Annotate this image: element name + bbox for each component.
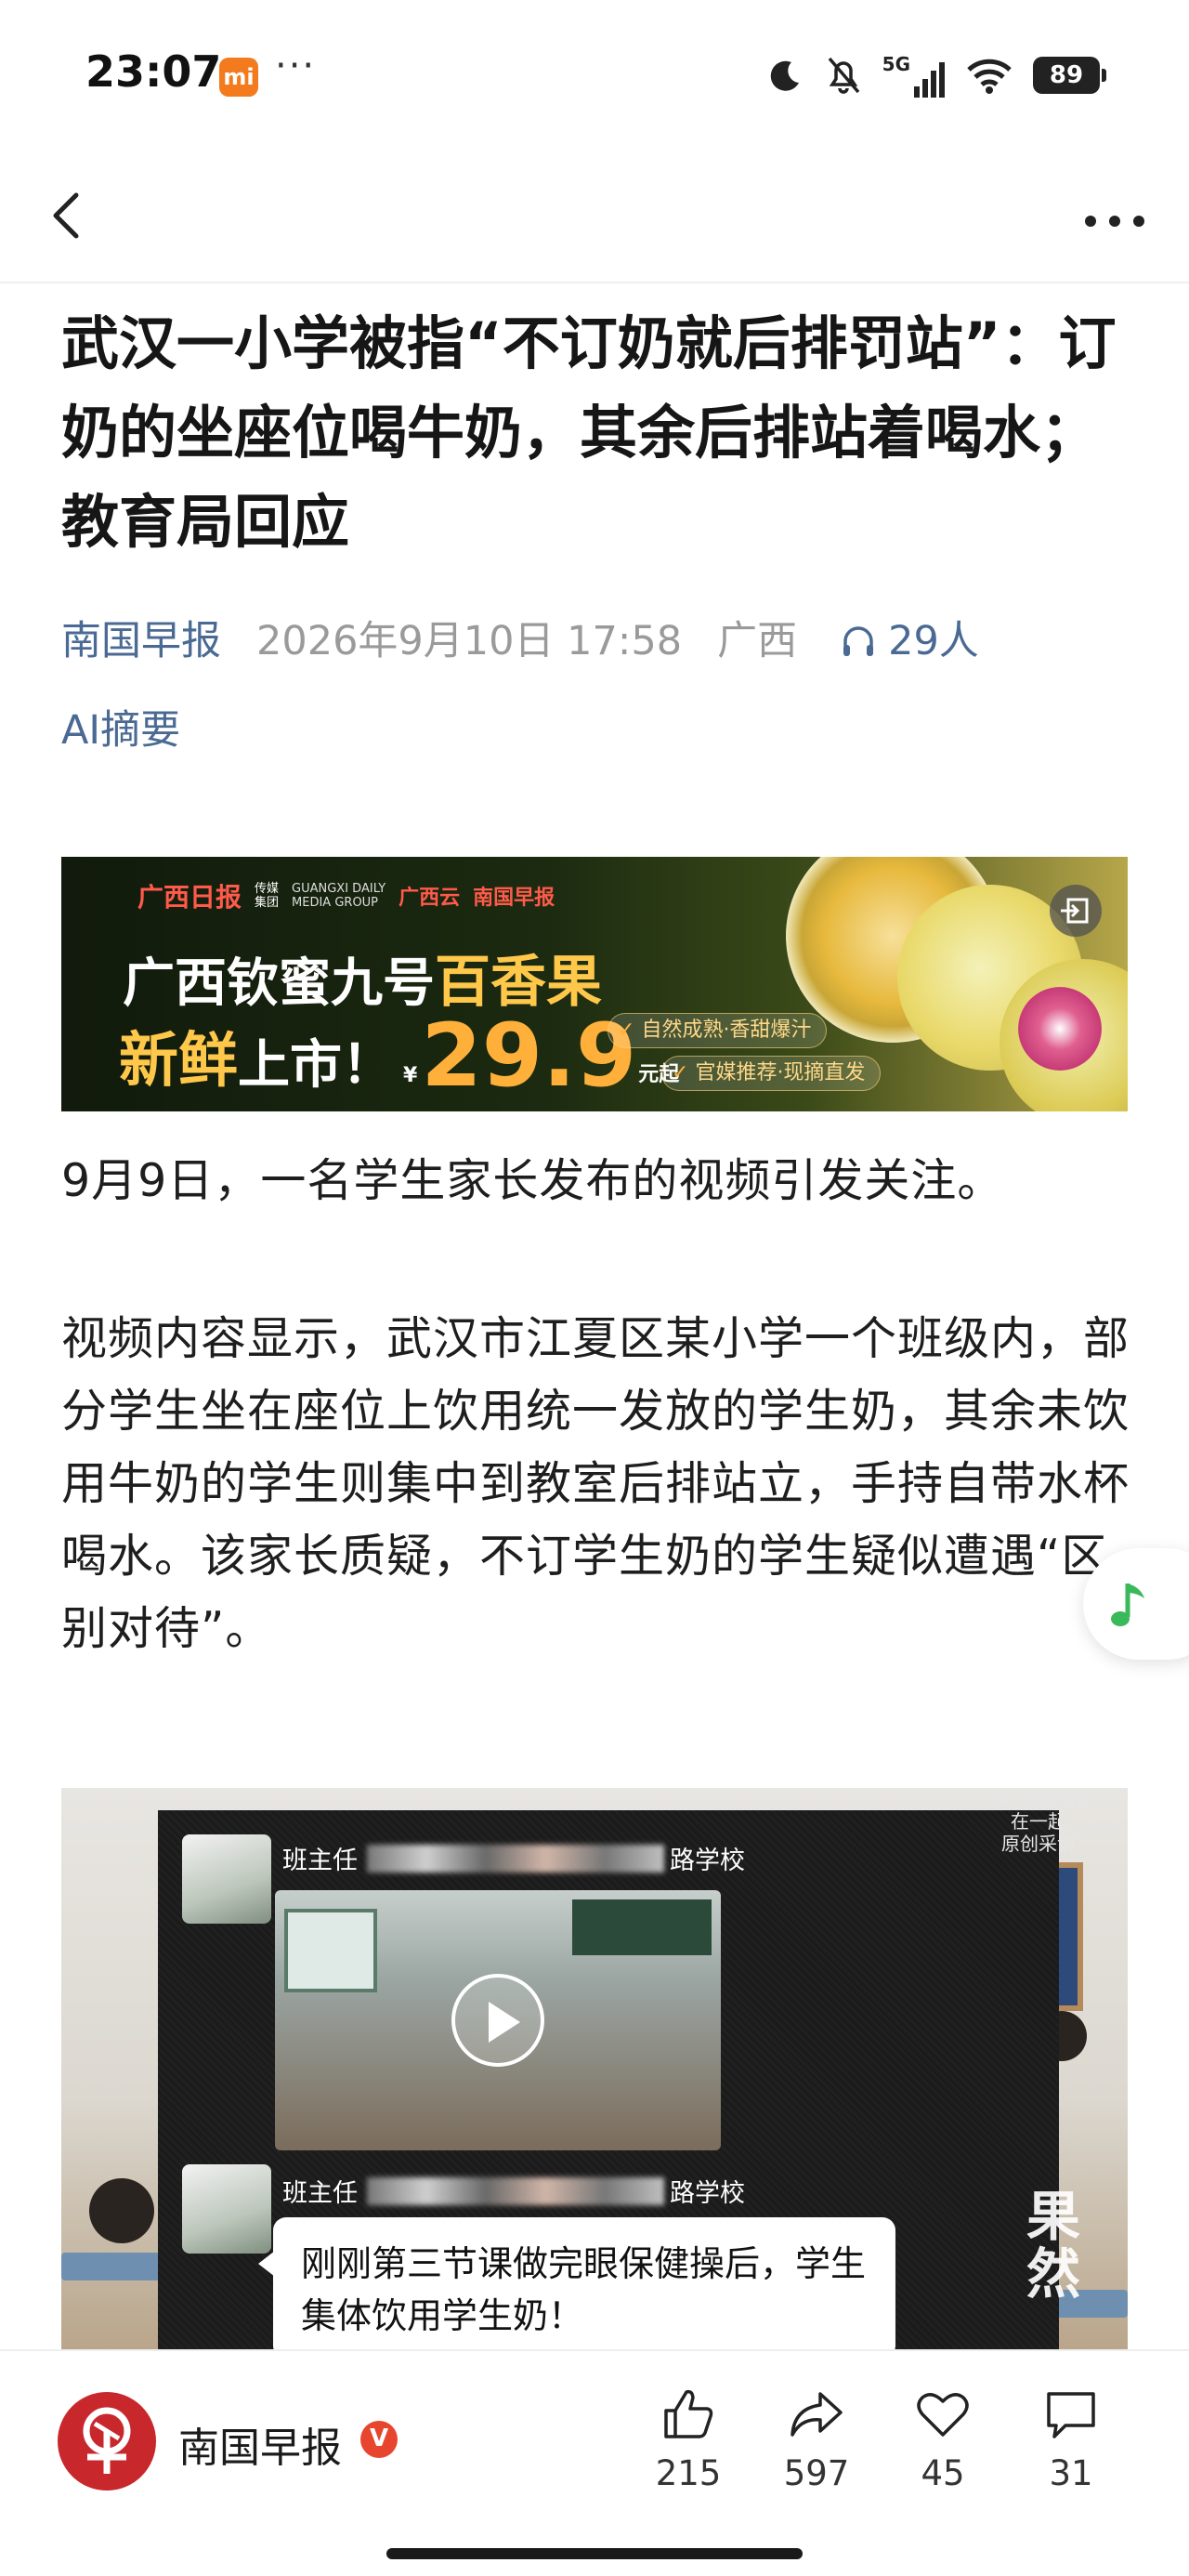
flower-image [1018, 987, 1102, 1071]
article-title: 武汉一小学被指“不订奶就后排罚站”：订奶的坐座位喝牛奶，其余后排站着喝水；教育局… [61, 309, 1117, 556]
guangxiyun-logo: 广西云 [399, 887, 461, 910]
thumbs-up-icon [664, 2389, 713, 2438]
chat-sender-name: 班主任 路学校 [282, 2173, 745, 2209]
network-type: 5G [882, 53, 946, 98]
region-label: 广西 [717, 618, 798, 664]
music-note-icon [1111, 1584, 1144, 1626]
nanguo-logo: 南国早报 [473, 887, 555, 910]
sender-school: 路学校 [670, 2179, 745, 2208]
watermark-line-1: 平时就像结合在一起 [983, 1788, 1094, 1833]
play-icon[interactable] [451, 1974, 544, 2067]
group-cn-2: 集团 [255, 896, 280, 910]
publish-date: 2026年9月10日 17:58 [256, 618, 683, 664]
media-group-label: 传媒 集团 [255, 882, 279, 910]
sender-role: 班主任 [282, 1847, 358, 1875]
mi-app-icon: mi [219, 58, 258, 97]
sender-school: 路学校 [670, 1847, 745, 1875]
like-count: 215 [655, 2453, 722, 2493]
blurred-name [367, 1844, 664, 1873]
video-watermark: 平时就像结合在一起 原创采访 [983, 1788, 1094, 1855]
ad-subline: 新鲜 上市！ ¥ 29.9 元起 [119, 1005, 679, 1107]
share-count: 597 [783, 2453, 850, 2493]
network-label: 5G [882, 53, 910, 75]
chat-bubble: 刚刚第三节课做完眼保健操后，学生集体饮用学生奶！ [258, 2217, 895, 2349]
share-icon [790, 2392, 843, 2437]
ad-tag: 官媒推荐·现摘直发 [661, 1056, 882, 1091]
exit-icon[interactable] [1050, 885, 1102, 937]
comment-icon [1047, 2392, 1095, 2438]
exit-icon-glyph [1061, 898, 1089, 924]
ad-logos: 广西日报 传媒 集团 GUANGXI DAILY MEDIA GROUP 广西云… [137, 877, 555, 914]
article-paragraph: 9月9日，一名学生家长发布的视频引发关注。 [61, 1154, 1004, 1207]
battery-icon: 89 [1033, 57, 1106, 94]
favorite-count: 45 [921, 2453, 965, 2493]
status-time: 23:07 [85, 46, 222, 97]
home-indicator[interactable] [386, 2548, 803, 2559]
comment-button[interactable]: 31 [1020, 2385, 1122, 2493]
author-name[interactable]: 南国早报 [178, 2414, 342, 2474]
like-button[interactable]: 215 [637, 2385, 739, 2493]
chat-sender-name: 班主任 路学校 [282, 1840, 745, 1876]
brand-stamp: 果然 [1026, 2185, 1080, 2306]
ai-summary-button[interactable]: AI摘要 [61, 703, 180, 758]
listener-count: 29人 [888, 618, 979, 664]
source-link[interactable]: 南国早报 [61, 613, 221, 669]
student [89, 2178, 154, 2243]
wifi-icon [967, 59, 1012, 94]
bottom-action-bar: 南国早报 V 215 597 45 31 [0, 2349, 1189, 2576]
ad-market-label: 上市！ [238, 1035, 394, 1096]
author-avatar[interactable] [58, 2392, 156, 2491]
group-en-1: GUANGXI DAILY [292, 882, 386, 896]
ad-fresh-label: 新鲜 [119, 1027, 238, 1096]
group-cn-1: 传媒 [255, 882, 280, 896]
signal-icon [914, 62, 945, 98]
favorite-button[interactable]: 45 [892, 2385, 994, 2493]
classroom-board [572, 1899, 712, 1955]
more-horizontal-icon[interactable] [1078, 184, 1152, 243]
comment-count: 31 [1049, 2453, 1093, 2493]
ad-tag: 自然成熟·香甜爆汁 [608, 1013, 828, 1048]
ad-price: 29.9 [421, 1005, 637, 1107]
article-meta: 南国早报 2026年9月10日 17:58 广西 29人 [61, 613, 1157, 669]
more-notifications-icon: ··· [275, 45, 317, 87]
nav-bar [0, 149, 1189, 283]
sender-role: 班主任 [282, 2179, 358, 2208]
chat-avatar [182, 1834, 271, 1924]
bell-off-icon [828, 57, 859, 94]
article-paragraph: 视频内容显示，武汉市江夏区某小学一个班级内，部分学生坐在座位上饮用统一发放的学生… [61, 1312, 1130, 1655]
moon-icon [770, 60, 799, 91]
watermark-line-2: 原创采访 [1001, 1833, 1076, 1855]
blurred-name [367, 2176, 664, 2205]
chat-avatar [182, 2164, 271, 2254]
heart-icon [917, 2393, 969, 2437]
chevron-left-icon[interactable] [41, 184, 100, 243]
ad-headline-prefix: 广西钦蜜九号 [123, 953, 435, 1014]
listen-button[interactable]: 29人 [840, 613, 979, 669]
group-en-2: MEDIA GROUP [292, 896, 379, 910]
nanguo-logo-icon [83, 2407, 131, 2474]
music-player-button[interactable] [1083, 1548, 1189, 1660]
chat-video-thumbnail [275, 1890, 721, 2150]
ad-banner[interactable]: 广西日报 传媒 集团 GUANGXI DAILY MEDIA GROUP 广西云… [61, 857, 1128, 1111]
status-icons: 5G 89 [767, 52, 1106, 99]
guangxi-daily-logo: 广西日报 [137, 882, 242, 913]
article-video[interactable]: 平时就像结合在一起 原创采访 班主任 路学校 班主任 路学校 刚刚第三节课做完眼… [61, 1788, 1128, 2349]
verified-badge: V [360, 2421, 398, 2458]
headphones-icon [843, 626, 874, 656]
classroom-window [284, 1909, 377, 1992]
media-group-en: GUANGXI DAILY MEDIA GROUP [292, 882, 385, 910]
ad-currency: ¥ [403, 1064, 418, 1087]
status-bar: 23:07 mi ··· 5G 89 [0, 0, 1189, 149]
share-button[interactable]: 597 [765, 2385, 868, 2493]
